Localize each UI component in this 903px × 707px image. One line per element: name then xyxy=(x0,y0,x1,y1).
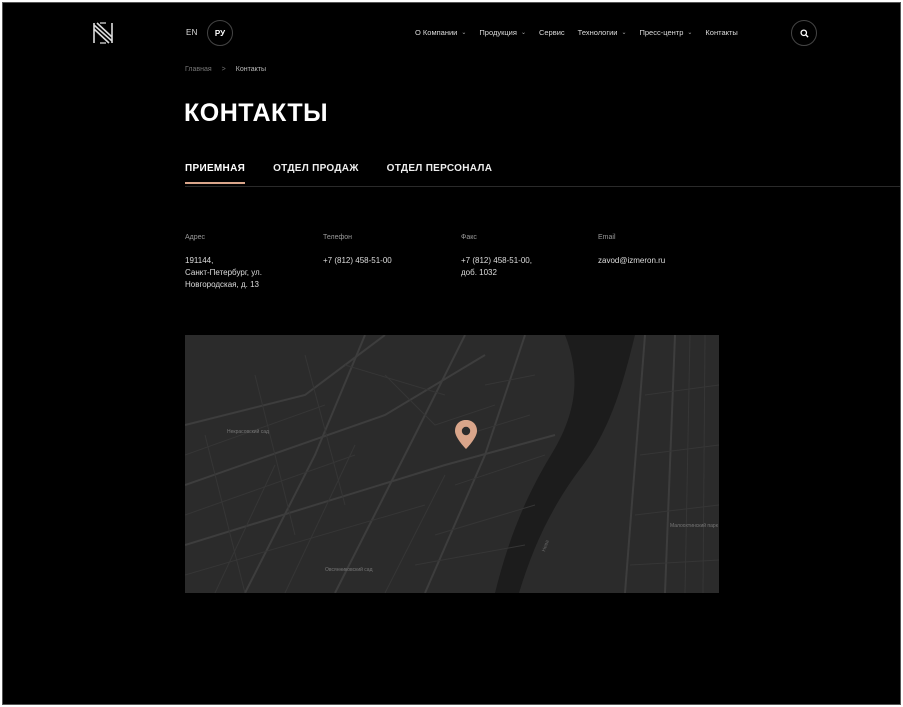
address-line: 191144, xyxy=(185,256,214,265)
contact-tabs: ПРИЕМНАЯ ОТДЕЛ ПРОДАЖ ОТДЕЛ ПЕРСОНАЛА xyxy=(185,163,492,184)
fax-value: +7 (812) 458-51-00, xyxy=(461,256,532,265)
tab-sales[interactable]: ОТДЕЛ ПРОДАЖ xyxy=(273,163,359,184)
nav-item-products[interactable]: Продукция ⌄ xyxy=(479,28,526,37)
tab-reception[interactable]: ПРИЕМНАЯ xyxy=(185,163,246,184)
address-label: Адрес xyxy=(185,234,206,241)
nav-item-technologies[interactable]: Технологии ⌄ xyxy=(578,28,627,37)
map-canvas xyxy=(185,335,719,593)
address-block: Адрес 191144, Санкт-Петербург, ул. Новго… xyxy=(185,234,315,291)
fax-extension: доб. 1032 xyxy=(461,268,497,277)
nav-item-service[interactable]: Сервис xyxy=(539,28,565,37)
breadcrumb-home-link[interactable]: Главная xyxy=(185,66,212,73)
nav-item-label: Продукция xyxy=(479,28,517,37)
breadcrumb-current: Контакты xyxy=(235,66,266,73)
tab-hr[interactable]: ОТДЕЛ ПЕРСОНАЛА xyxy=(387,163,493,184)
map-label-nekrasov-garden: Некрасовский сад xyxy=(227,429,269,435)
lang-ru-button[interactable]: РУ xyxy=(207,20,233,46)
breadcrumb-separator: > xyxy=(221,66,226,73)
izmeron-logo-icon[interactable] xyxy=(89,19,117,47)
nav-item-label: Пресс-центр xyxy=(639,28,684,37)
chevron-down-icon: ⌄ xyxy=(520,30,526,36)
nav-item-label: Сервис xyxy=(538,28,565,37)
tabs-divider xyxy=(185,186,900,187)
map-label-ovsyannikovsky-garden: Овсянниковский сад xyxy=(325,567,373,573)
page-frame: EN РУ О Компании ⌄ Продукция ⌄ Сервис Те… xyxy=(2,2,901,705)
main-nav: О Компании ⌄ Продукция ⌄ Сервис Технолог… xyxy=(415,28,738,37)
search-button[interactable] xyxy=(791,20,817,46)
phone-block: Телефон +7 (812) 458-51-00 xyxy=(323,234,453,267)
page-title: КОНТАКТЫ xyxy=(184,99,329,127)
email-link[interactable]: zavod@izmeron.ru xyxy=(598,255,728,267)
email-block: Email zavod@izmeron.ru xyxy=(598,234,728,267)
location-map[interactable]: Некрасовский сад Малоохтинский парк Овся… xyxy=(185,335,719,593)
nav-item-contacts[interactable]: Контакты xyxy=(705,28,737,37)
chevron-down-icon: ⌄ xyxy=(621,30,627,36)
nav-item-label: О Компании xyxy=(415,28,458,37)
address-line: Санкт-Петербург, ул. xyxy=(185,268,262,277)
phone-label: Телефон xyxy=(323,234,353,241)
nav-item-press-center[interactable]: Пресс-центр ⌄ xyxy=(640,28,693,37)
email-label: Email xyxy=(598,234,616,241)
address-line: Новгородская, д. 13 xyxy=(185,280,259,289)
search-icon xyxy=(799,28,809,38)
phone-value[interactable]: +7 (812) 458-51-00 xyxy=(323,255,453,267)
chevron-down-icon: ⌄ xyxy=(461,30,467,36)
fax-block: Факс +7 (812) 458-51-00, доб. 1032 xyxy=(461,234,591,279)
breadcrumb: Главная > Контакты xyxy=(185,66,266,73)
fax-label: Факс xyxy=(461,234,477,241)
lang-en-button[interactable]: EN xyxy=(186,28,198,37)
chevron-down-icon: ⌄ xyxy=(687,30,693,36)
nav-item-label: Контакты xyxy=(705,28,738,37)
map-label-malookhtinsky-park: Малоохтинский парк xyxy=(670,523,718,529)
nav-item-label: Технологии xyxy=(577,28,618,37)
nav-item-company[interactable]: О Компании ⌄ xyxy=(415,28,466,37)
